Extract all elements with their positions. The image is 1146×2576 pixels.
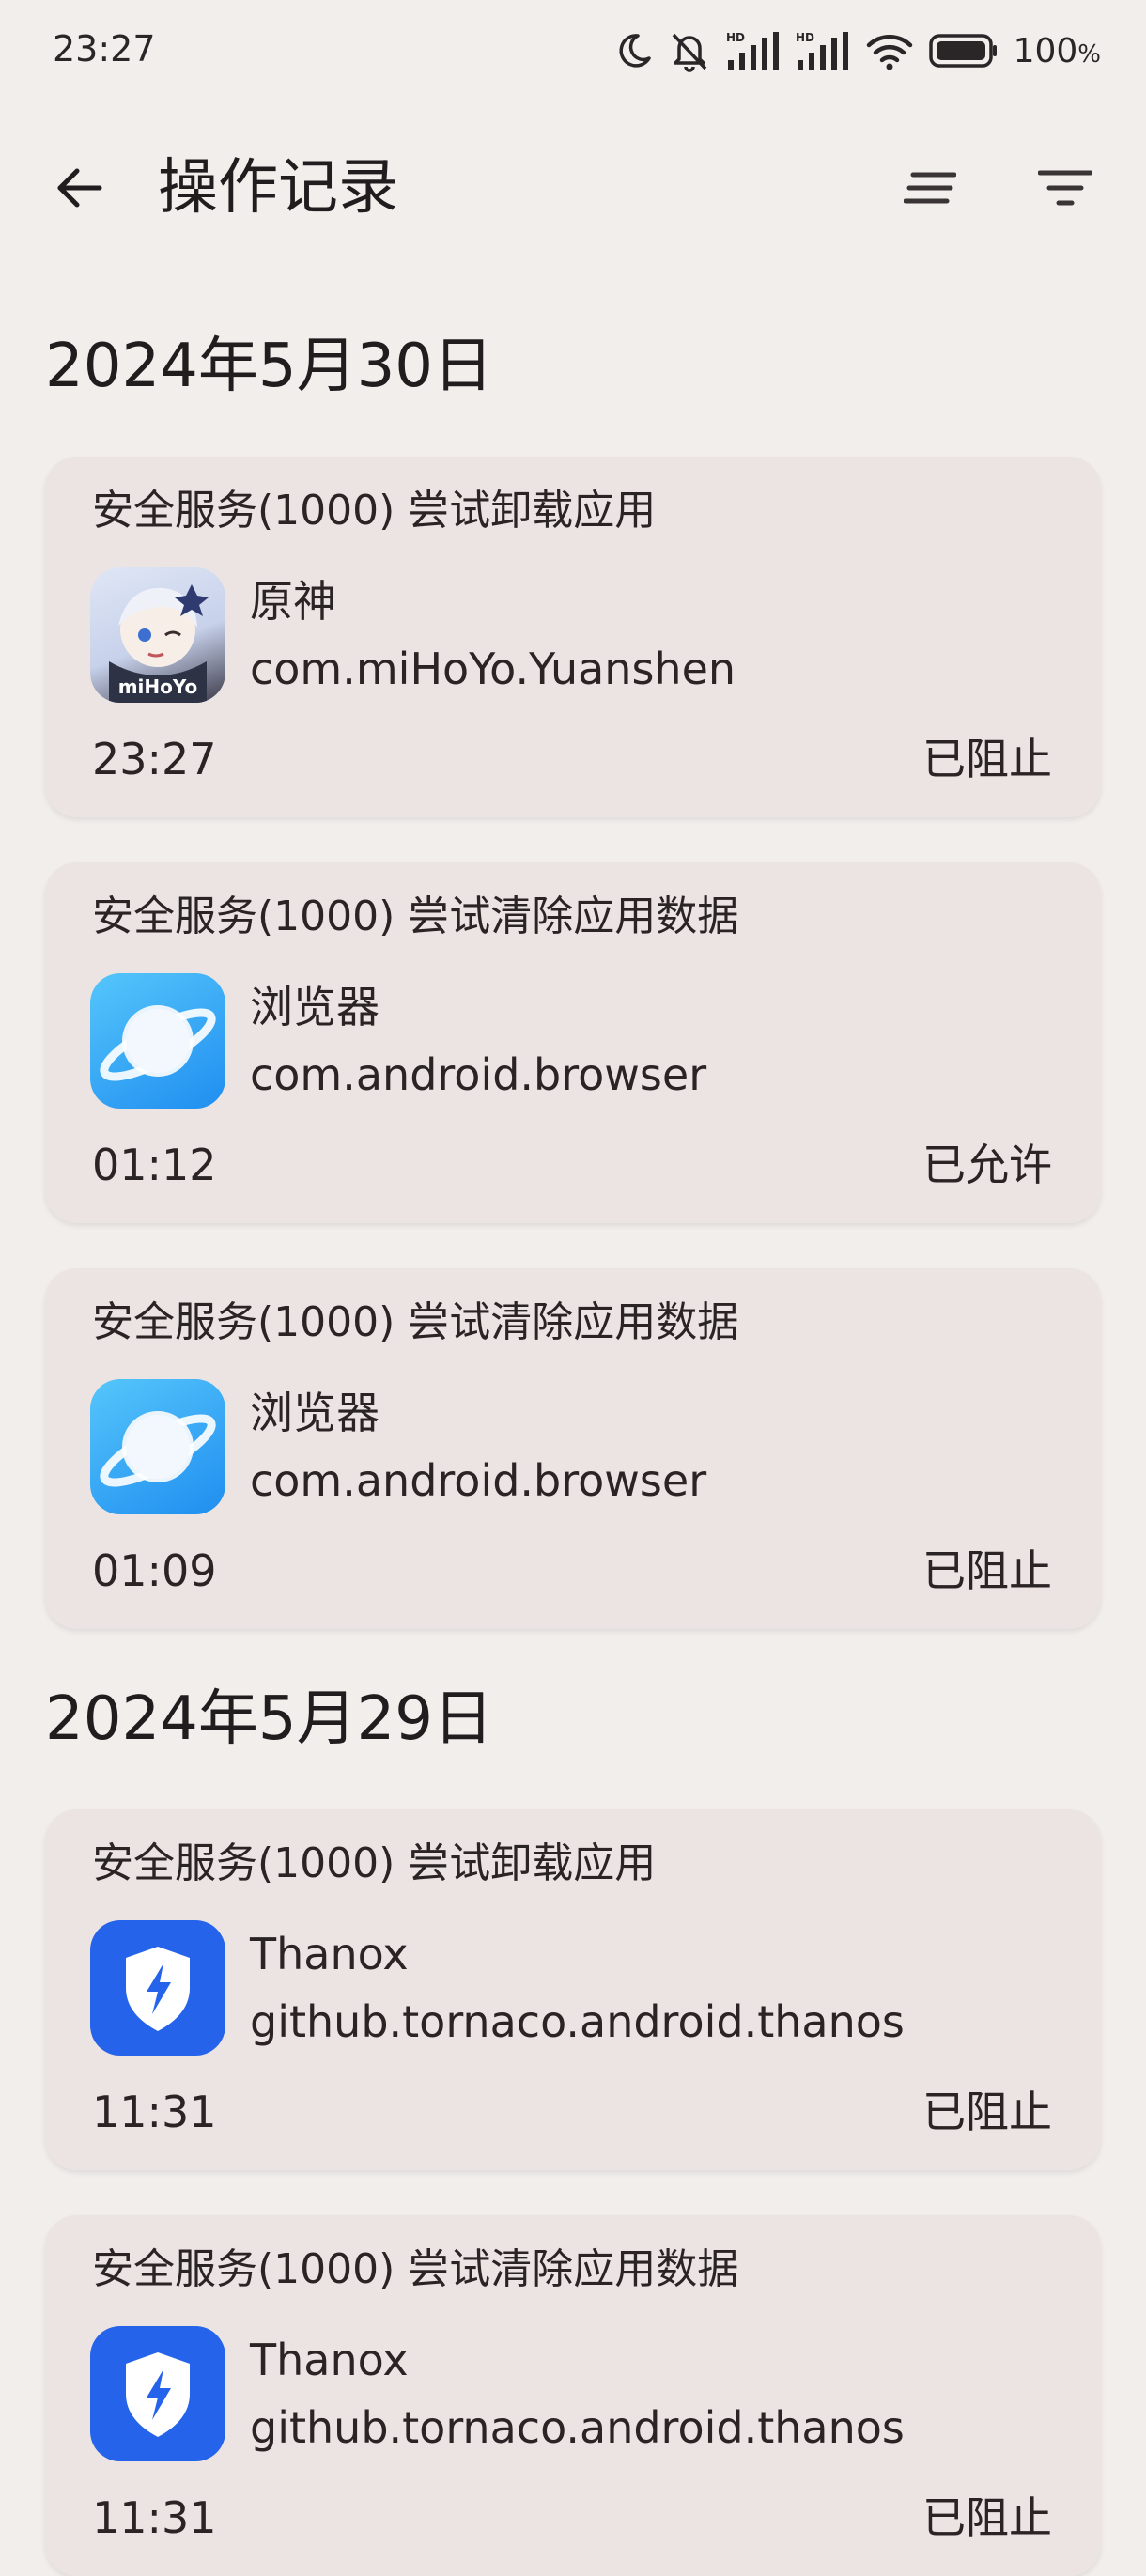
sort-icon bbox=[904, 172, 956, 204]
arrow-left-icon bbox=[57, 168, 102, 208]
record-card[interactable]: 安全服务(1000) 尝试卸载应用 Thanox github.tornaco.… bbox=[45, 1809, 1101, 2170]
date-header: 2024年5月29日 bbox=[45, 1684, 494, 1754]
app-package: github.tornaco.android.thanos bbox=[250, 2402, 905, 2453]
record-operation: 安全服务(1000) 尝试卸载应用 bbox=[92, 1839, 657, 1887]
record-result: 已阻止 bbox=[922, 734, 1052, 784]
date-header: 2024年5月30日 bbox=[45, 332, 494, 401]
browser-app-icon bbox=[90, 973, 225, 1109]
app-name: 浏览器 bbox=[250, 1388, 379, 1438]
record-operation: 安全服务(1000) 尝试清除应用数据 bbox=[92, 1298, 739, 1346]
filter-icon bbox=[1038, 170, 1092, 206]
record-time: 11:31 bbox=[92, 2492, 217, 2543]
record-result: 已阻止 bbox=[922, 2087, 1052, 2137]
record-card[interactable]: 安全服务(1000) 尝试清除应用数据 浏览器 com.android.brow… bbox=[45, 1268, 1101, 1629]
back-button[interactable] bbox=[41, 150, 116, 225]
record-card[interactable]: 安全服务(1000) 尝试卸载应用 miHoYo 原神 com.miHoYo.Y… bbox=[45, 457, 1101, 817]
record-card[interactable]: 安全服务(1000) 尝试清除应用数据 Thanox github.tornac… bbox=[45, 2215, 1101, 2576]
app-name: Thanox bbox=[250, 2335, 409, 2385]
record-time: 01:12 bbox=[92, 1140, 217, 1190]
sort-button[interactable] bbox=[890, 150, 969, 225]
record-time: 01:09 bbox=[92, 1545, 217, 1596]
record-time: 23:27 bbox=[92, 734, 217, 784]
record-time: 11:31 bbox=[92, 2087, 217, 2137]
svg-text:HD: HD bbox=[796, 31, 814, 44]
hd-signal-icon: HD bbox=[796, 31, 848, 70]
app-package: github.tornaco.android.thanos bbox=[250, 1996, 905, 2047]
app-package: com.android.browser bbox=[250, 1049, 707, 1100]
app-package: com.android.browser bbox=[250, 1455, 707, 1506]
svg-text:miHoYo: miHoYo bbox=[118, 675, 198, 698]
page-title: 操作记录 bbox=[158, 153, 398, 223]
app-bar: 操作记录 bbox=[0, 132, 1146, 244]
record-card[interactable]: 安全服务(1000) 尝试清除应用数据 浏览器 com.android.brow… bbox=[45, 862, 1101, 1223]
record-result: 已阻止 bbox=[922, 2492, 1052, 2543]
record-operation: 安全服务(1000) 尝试清除应用数据 bbox=[92, 2245, 739, 2293]
app-name: 浏览器 bbox=[250, 982, 379, 1032]
status-bar: 23:27 HD HD 100% bbox=[0, 0, 1146, 103]
record-operation: 安全服务(1000) 尝试卸载应用 bbox=[92, 487, 657, 535]
status-time: 23:27 bbox=[53, 28, 156, 70]
battery-percent: 100% bbox=[1013, 31, 1101, 70]
app-name: 原神 bbox=[250, 576, 336, 627]
battery-icon bbox=[928, 34, 997, 68]
filter-button[interactable] bbox=[1026, 150, 1105, 225]
status-icons: HD HD 100% bbox=[615, 26, 1101, 75]
record-result: 已阻止 bbox=[922, 1545, 1052, 1596]
record-result: 已允许 bbox=[922, 1140, 1052, 1190]
record-operation: 安全服务(1000) 尝试清除应用数据 bbox=[92, 892, 739, 940]
app-name: Thanox bbox=[250, 1929, 409, 1979]
browser-app-icon bbox=[90, 1379, 225, 1514]
wifi-icon bbox=[866, 35, 912, 70]
thanox-app-icon bbox=[90, 1920, 225, 2056]
app-package: com.miHoYo.Yuanshen bbox=[250, 644, 736, 694]
mute-icon bbox=[672, 33, 706, 72]
genshin-app-icon: miHoYo bbox=[90, 567, 225, 703]
moon-icon bbox=[619, 34, 651, 68]
thanox-app-icon bbox=[90, 2326, 225, 2461]
svg-text:HD: HD bbox=[726, 31, 745, 44]
hd-signal-icon: HD bbox=[726, 31, 779, 70]
